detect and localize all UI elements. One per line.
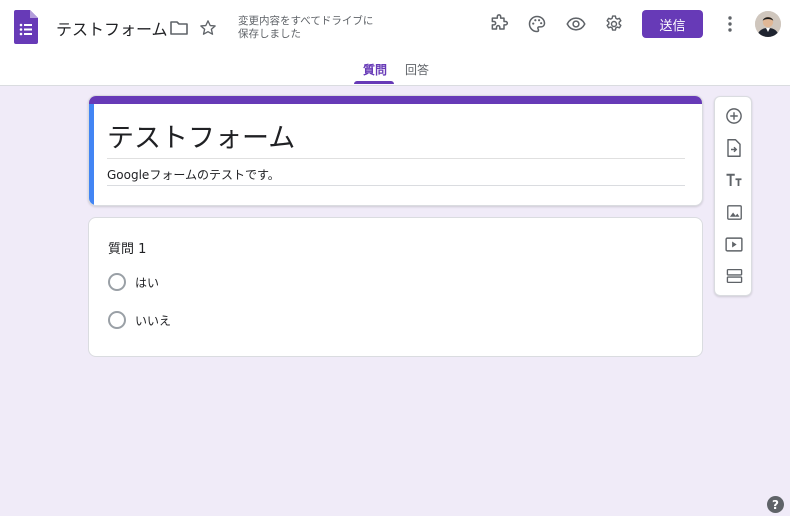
import-questions-icon[interactable] <box>724 138 744 158</box>
question-title[interactable]: 質問 1 <box>108 238 146 257</box>
help-icon[interactable]: ? <box>767 496 784 513</box>
title-divider <box>107 158 685 159</box>
preview-eye-icon[interactable] <box>564 13 588 35</box>
add-section-icon[interactable] <box>724 266 744 286</box>
send-button[interactable]: 送信 <box>642 10 703 38</box>
option-no[interactable]: いいえ <box>108 311 171 329</box>
save-status: 変更内容をすべてドライブに 保存しました <box>238 15 388 41</box>
settings-gear-icon[interactable] <box>603 13 625 35</box>
save-status-line2: 保存しました <box>238 28 301 40</box>
form-header-card[interactable]: テストフォーム Googleフォームのテストです。 <box>88 95 703 206</box>
add-question-icon[interactable] <box>724 106 744 126</box>
more-vert-icon[interactable] <box>720 13 740 35</box>
active-tab-indicator <box>354 81 394 84</box>
palette-icon[interactable] <box>526 13 548 35</box>
form-title[interactable]: テストフォーム <box>107 116 295 155</box>
tab-bar: 質問 回答 <box>0 61 790 86</box>
star-icon[interactable] <box>197 17 219 39</box>
side-toolbar <box>714 96 752 296</box>
avatar[interactable] <box>755 11 781 37</box>
tab-responses[interactable]: 回答 <box>405 61 429 85</box>
option-label: いいえ <box>135 313 172 328</box>
radio-button[interactable] <box>108 311 126 329</box>
add-image-icon[interactable] <box>724 202 744 222</box>
save-status-line1: 変更内容をすべてドライブに <box>238 15 374 27</box>
description-divider <box>107 185 685 186</box>
addon-puzzle-icon[interactable] <box>488 13 510 35</box>
add-video-icon[interactable] <box>724 234 744 254</box>
option-label: はい <box>135 275 160 290</box>
add-title-icon[interactable] <box>724 170 744 190</box>
folder-icon[interactable] <box>168 18 190 38</box>
forms-logo-icon[interactable] <box>14 10 38 44</box>
form-description[interactable]: Googleフォームのテストです。 <box>107 166 280 183</box>
document-title[interactable]: テストフォーム <box>56 16 168 40</box>
header-accent-bar <box>89 96 702 104</box>
radio-button[interactable] <box>108 273 126 291</box>
header-focus-bar <box>89 104 94 205</box>
option-yes[interactable]: はい <box>108 273 159 291</box>
question-card[interactable]: 質問 1 はい いいえ <box>88 217 703 357</box>
